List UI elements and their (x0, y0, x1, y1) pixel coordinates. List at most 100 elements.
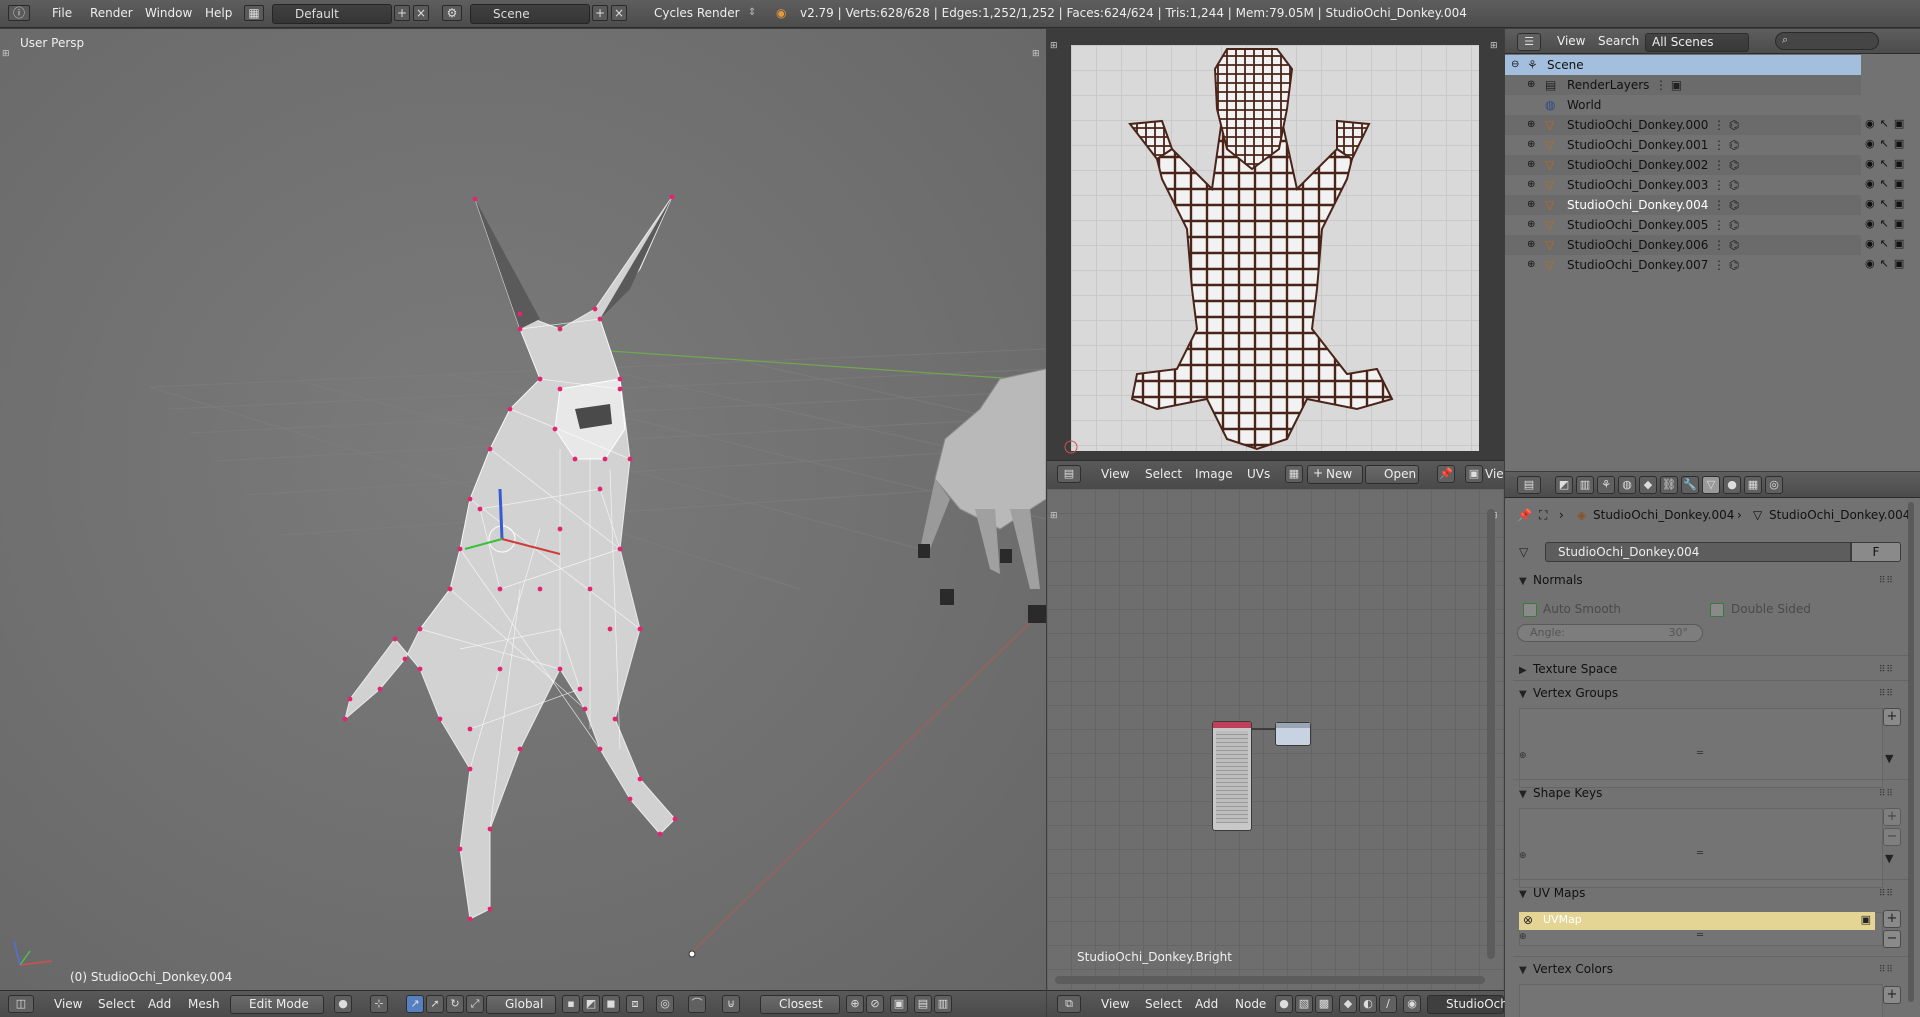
uv-menu-select[interactable]: Select (1145, 467, 1182, 481)
outliner-row[interactable]: ⊖ ⚘ Scene (1505, 55, 1861, 75)
node-menu-view[interactable]: View (1101, 997, 1129, 1011)
mesh-data-icon[interactable]: ⋮ ⌬ (1713, 155, 1739, 175)
viewport-shading-icon[interactable]: ● (334, 995, 352, 1013)
outliner-search-input[interactable]: ⌕ (1775, 32, 1879, 50)
pin-icon[interactable]: 📌 (1437, 465, 1455, 483)
mesh-data-tab-icon[interactable]: ▽ (1702, 476, 1720, 494)
modifiers-tab-icon[interactable]: 🔧 (1681, 476, 1699, 494)
editor-type-properties-icon[interactable]: ▤ (1517, 476, 1541, 494)
outliner-row-label[interactable]: Scene (1547, 55, 1584, 75)
outliner-row-label[interactable]: StudioOchi_Donkey.006 (1567, 235, 1708, 255)
scene-field[interactable]: Scene (470, 4, 590, 24)
add-vertex-color-button[interactable]: + (1883, 986, 1901, 1004)
vertex-colors-list[interactable] (1519, 984, 1883, 1017)
expand-icon[interactable]: ⊕ (1527, 215, 1540, 230)
visibility-toggle-icons[interactable]: ◉↖▣ (1865, 157, 1909, 170)
donkey-mesh-wireframe[interactable] (342, 194, 678, 922)
expand-icon[interactable]: ⊕ (1527, 255, 1540, 270)
mesh-name-field[interactable]: StudioOchi_Donkey.004 (1545, 542, 1851, 562)
remove-layout-button[interactable]: × (413, 5, 429, 21)
scene-icon[interactable]: ⚙ (442, 5, 462, 21)
info-editor-type-icon[interactable]: ⓘ (8, 5, 30, 21)
render-engine-select[interactable]: Cycles Render (654, 6, 740, 20)
outliner-row-label[interactable]: StudioOchi_Donkey.001 (1567, 135, 1708, 155)
outliner-row[interactable]: ⊕ ▤ RenderLayers ⋮ ▣ (1505, 75, 1861, 95)
remove-uv-map-button[interactable]: − (1883, 930, 1901, 948)
expand-icon[interactable]: ⊕ (1527, 135, 1540, 150)
node-region-icon[interactable]: ⊞ (1050, 511, 1058, 521)
expand-icon[interactable]: ⊕ (1527, 75, 1540, 90)
view-mode-icon[interactable]: ▣ (1465, 465, 1483, 483)
mesh-data-icon[interactable]: ⋮ ⌬ (1713, 255, 1739, 275)
material-output-node[interactable] (1275, 722, 1311, 746)
list-resize-handle-icon[interactable]: ═ (1697, 930, 1703, 941)
opengl-render-icon[interactable]: ▣ (890, 995, 908, 1013)
active-render-icon[interactable]: ▣ (1861, 913, 1871, 926)
mesh-data-icon[interactable]: ⋮ ⌬ (1713, 195, 1739, 215)
manipulator-toggle-icon[interactable]: ↗ (406, 995, 424, 1013)
panel-drag-handle-icon[interactable]: ⠿⠿ (1879, 789, 1894, 799)
remove-shape-key-button[interactable]: − (1883, 828, 1901, 846)
open-image-button[interactable]: Open (1365, 465, 1419, 484)
visibility-toggle-icons[interactable]: ◉↖▣ (1865, 197, 1909, 210)
mesh-datablock-icon[interactable]: ▽ (1519, 545, 1528, 559)
angle-slider[interactable]: Angle: 30° (1517, 624, 1703, 642)
uv-map-name[interactable]: UVMap (1543, 913, 1582, 926)
panel-drag-handle-icon[interactable]: ⠿⠿ (1879, 889, 1894, 899)
uv-view-truncated[interactable]: Vie (1485, 467, 1504, 481)
shape-key-menu-icon[interactable]: ▼ (1885, 852, 1893, 865)
node-menu-select[interactable]: Select (1145, 997, 1182, 1011)
collapse-icon[interactable]: ⊖ (1511, 55, 1524, 70)
vertex-groups-panel-header[interactable]: ▼ Vertex Groups (1519, 686, 1618, 700)
material-tab-icon[interactable]: ● (1723, 476, 1741, 494)
menu-file[interactable]: File (52, 6, 72, 20)
add-layout-button[interactable]: + (394, 5, 410, 21)
mesh-data-icon[interactable]: ⋮ ⌬ (1713, 135, 1739, 155)
expand-icon[interactable]: ⊕ (1527, 155, 1540, 170)
physics-tab-icon[interactable]: ◎ (1765, 476, 1783, 494)
snap-target-icon[interactable]: ⊕ (846, 995, 864, 1013)
snap-element-select[interactable]: Closest (760, 995, 840, 1014)
menu-window[interactable]: Window (145, 6, 192, 20)
editor-type-image-icon[interactable]: ▤ (1057, 465, 1081, 483)
outliner-row[interactable]: ⊕ ▽ StudioOchi_Donkey.001 ⋮ ⌬ (1505, 135, 1861, 155)
outliner-row-label[interactable]: World (1567, 95, 1601, 115)
node-vertical-scrollbar[interactable] (1487, 509, 1495, 959)
remove-scene-button[interactable]: × (611, 5, 627, 21)
world-shader-icon[interactable]: ◐ (1359, 995, 1377, 1013)
translate-manipulator-icon[interactable]: ➚ (426, 995, 444, 1013)
object-shader-icon[interactable]: ◆ (1339, 995, 1357, 1013)
node-menu-node[interactable]: Node (1235, 997, 1266, 1011)
mesh-data-icon[interactable]: ⋮ ⌬ (1713, 215, 1739, 235)
viewport-menu-view[interactable]: View (54, 997, 82, 1011)
double-sided-checkbox[interactable] (1710, 603, 1724, 617)
compositing-nodes-icon[interactable]: ▧ (1295, 995, 1313, 1013)
visibility-toggle-icons[interactable]: ◉↖▣ (1865, 237, 1909, 250)
editor-type-outliner-icon[interactable]: ☰ (1517, 33, 1541, 51)
render-animation-icon[interactable]: ▥ (934, 995, 952, 1013)
menu-help[interactable]: Help (205, 6, 232, 20)
list-filter-icon[interactable]: ⊕ (1519, 851, 1527, 861)
outliner-row-label[interactable]: StudioOchi_Donkey.002 (1567, 155, 1708, 175)
visibility-toggle-icons[interactable]: ◉↖▣ (1865, 217, 1909, 230)
outliner-row[interactable]: ⊕ ▽ StudioOchi_Donkey.000 ⋮ ⌬ (1505, 115, 1861, 135)
menu-render[interactable]: Render (90, 6, 133, 20)
scene-tab-icon[interactable]: ⚘ (1597, 476, 1615, 494)
shape-keys-panel-header[interactable]: ▼ Shape Keys (1519, 786, 1602, 800)
texture-nodes-icon[interactable]: ▩ (1315, 995, 1333, 1013)
visibility-toggle-icons[interactable]: ◉↖▣ (1865, 137, 1909, 150)
vertex-select-icon[interactable]: ▪ (562, 995, 580, 1013)
outliner-row-label[interactable]: StudioOchi_Donkey.000 (1567, 115, 1708, 135)
expand-icon[interactable]: ⊕ (1527, 235, 1540, 250)
outliner-view-menu[interactable]: View (1557, 34, 1585, 48)
visibility-toggle-icons[interactable]: ◉↖▣ (1865, 257, 1909, 270)
snap-toggle-icon[interactable]: ⊍ (722, 995, 740, 1013)
world-tab-icon[interactable]: ◍ (1618, 476, 1636, 494)
region-plus-icon[interactable]: ⊞ (2, 49, 10, 59)
uv-image-editor[interactable]: ⊞ ⊞ (1047, 29, 1504, 460)
render-layers-tab-icon[interactable]: ▥ (1576, 476, 1594, 494)
editor-type-3d-icon[interactable]: ◫ (8, 995, 34, 1013)
expand-icon[interactable] (1527, 95, 1540, 108)
node-menu-add[interactable]: Add (1195, 997, 1218, 1011)
mesh-data-icon[interactable]: ⋮ ⌬ (1713, 115, 1739, 135)
